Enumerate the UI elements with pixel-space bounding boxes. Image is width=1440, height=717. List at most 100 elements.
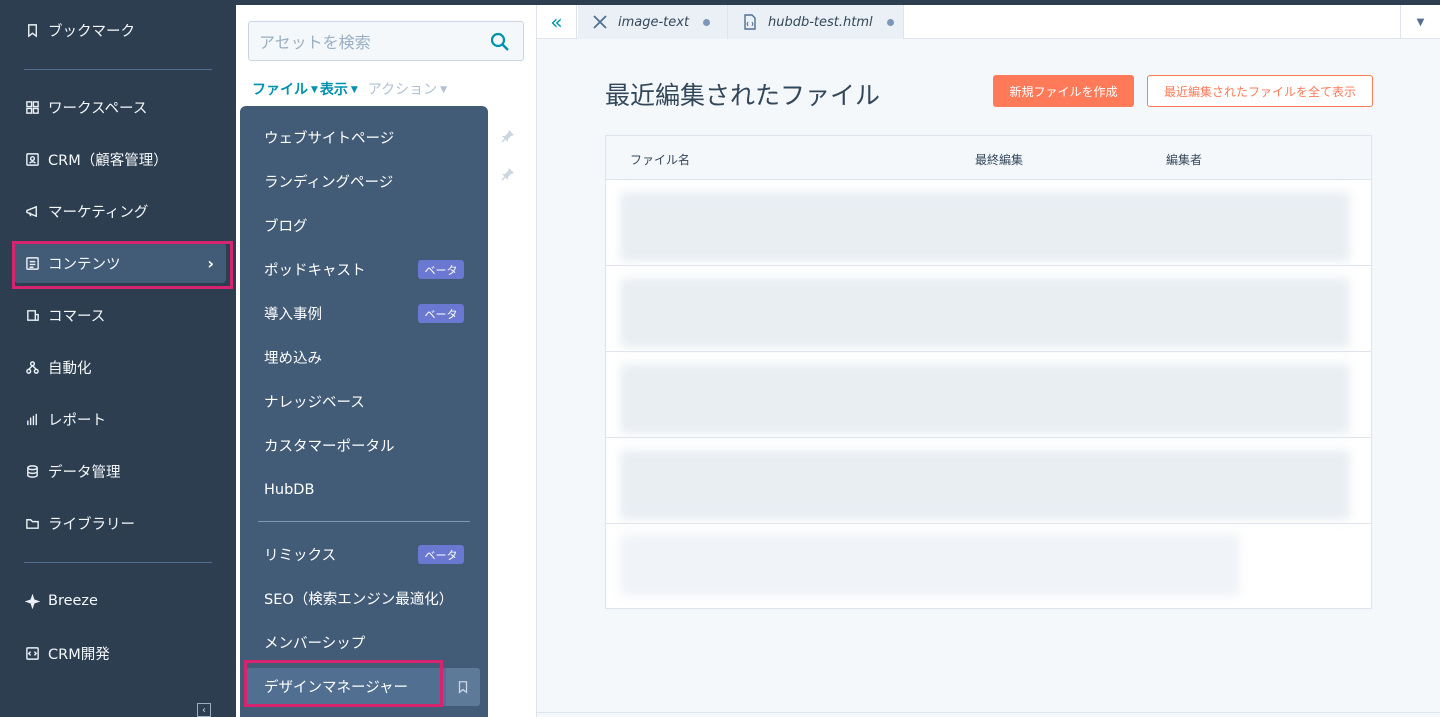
database-icon [24, 463, 40, 479]
unsaved-dot [703, 18, 711, 26]
nav-item-label: Breeze [48, 593, 98, 609]
nav-item-label: マーケティング [48, 204, 149, 221]
recent-files-table: ファイル名 最終編集 編集者 [605, 135, 1372, 609]
create-file-button[interactable]: 新規ファイルを作成 [993, 75, 1134, 107]
caret-down-icon: ▼ [311, 85, 318, 95]
collapse-nav-icon[interactable]: ‹ [197, 703, 211, 717]
nav-item-label: 自動化 [48, 360, 92, 377]
menu-item-embeds[interactable]: 埋め込み [264, 347, 322, 367]
tabs-menu-caret-icon[interactable]: ▼ [1400, 5, 1440, 39]
menu-item-seo[interactable]: SEO（検索エンジン最適化） [264, 588, 453, 608]
pin-icon[interactable] [500, 166, 516, 182]
blurred-content [620, 278, 1350, 348]
show-all-recent-button[interactable]: 最近編集されたファイルを全て表示 [1147, 75, 1373, 107]
bookmark-icon [24, 22, 40, 38]
nav-item-data-management[interactable]: データ管理 [14, 451, 226, 491]
view-menu[interactable]: 表示 ▼ [320, 79, 358, 99]
beta-badge: ベータ [418, 260, 464, 279]
contact-icon [24, 151, 40, 167]
nav-item-label: データ管理 [48, 464, 121, 481]
nav-divider [24, 562, 212, 563]
nav-item-library[interactable]: ライブラリー [14, 503, 226, 543]
file-toolbar: ファイル ▼ 表示 ▼ アクション ▼ [252, 79, 447, 99]
menu-item-hubdb[interactable]: HubDB [264, 480, 314, 500]
sparkle-icon [24, 593, 40, 609]
menu-item-website-pages[interactable]: ウェブサイトページ [264, 127, 394, 147]
nav-divider [24, 69, 212, 70]
menu-item-knowledge-base[interactable]: ナレッジベース [264, 391, 365, 411]
blurred-content [620, 364, 1350, 434]
megaphone-icon [24, 203, 40, 219]
search-icon[interactable] [490, 32, 510, 52]
content-dropdown-menu: ウェブサイトページ ランディングページ ブログ ポッドキャスト ベータ 導入事例… [240, 106, 488, 717]
column-header-file-name: ファイル名 [630, 153, 691, 167]
highlight-box-design-manager [244, 660, 443, 707]
table-row[interactable] [606, 352, 1371, 438]
action-menu[interactable]: アクション ▼ [368, 79, 447, 99]
tab-label: image-text [618, 14, 690, 30]
nav-item-label: ブックマーク [48, 23, 135, 40]
nav-item-marketing[interactable]: マーケティング [14, 191, 226, 231]
tab-image-text[interactable]: image-text [578, 5, 728, 39]
reports-icon [24, 411, 40, 427]
table-row[interactable] [606, 438, 1371, 524]
nav-item-label: ライブラリー [48, 516, 135, 533]
blurred-content [620, 450, 1350, 520]
menu-item-case-studies[interactable]: 導入事例 [264, 303, 322, 323]
blurred-content [620, 534, 1240, 596]
commerce-icon [24, 307, 40, 323]
nav-item-label: CRM開発 [48, 646, 110, 663]
bottom-border [537, 712, 1440, 713]
main-content: 最近編集されたファイル 新規ファイルを作成 最近編集されたファイルを全て表示 フ… [537, 39, 1440, 717]
grid-icon [24, 99, 40, 115]
file-code-icon [744, 14, 756, 30]
menu-item-memberships[interactable]: メンバーシップ [264, 632, 365, 652]
table-row[interactable] [606, 266, 1371, 352]
beta-badge: ベータ [418, 545, 464, 564]
nav-item-label: CRM（顧客管理） [48, 152, 168, 169]
left-navigation: ブックマーク ワークスペース CRM（顧客管理） マーケティング コンテンツ ›… [0, 0, 236, 717]
tools-icon [593, 15, 607, 29]
nav-item-commerce[interactable]: コマース [14, 295, 226, 335]
nav-item-label: コマース [48, 308, 106, 325]
blurred-content [620, 192, 1350, 262]
column-header-editor: 編集者 [1166, 153, 1203, 167]
code-icon [24, 645, 40, 661]
highlight-box-content [12, 241, 233, 289]
editor-tabs-bar: « image-text hubdb-test.html ▼ [537, 5, 1440, 39]
nav-item-label: ワークスペース [48, 100, 148, 117]
menu-item-blog[interactable]: ブログ [264, 215, 308, 235]
collapse-panel-icon[interactable]: « [537, 5, 577, 39]
folder-icon [24, 515, 40, 531]
table-header: ファイル名 最終編集 編集者 [606, 136, 1371, 180]
automation-icon [24, 359, 40, 375]
caret-down-icon: ▼ [440, 85, 448, 95]
nav-item-label: レポート [48, 412, 106, 429]
nav-item-automation[interactable]: 自動化 [14, 347, 226, 387]
nav-item-workspace[interactable]: ワークスペース [14, 87, 226, 127]
tab-hubdb-test[interactable]: hubdb-test.html [728, 5, 904, 39]
menu-item-landing-pages[interactable]: ランディングページ [264, 171, 393, 191]
nav-item-crm-dev[interactable]: CRM開発 [14, 633, 226, 673]
search-input[interactable]: アセットを検索 [248, 21, 524, 61]
nav-item-bookmarks[interactable]: ブックマーク [14, 10, 226, 50]
tab-label: hubdb-test.html [768, 14, 873, 30]
bookmark-icon [458, 681, 468, 694]
bookmark-toggle[interactable] [446, 668, 480, 706]
table-row[interactable] [606, 524, 1371, 610]
beta-badge: ベータ [418, 304, 464, 323]
caret-down-icon: ▼ [350, 85, 358, 95]
file-menu[interactable]: ファイル ▼ [252, 79, 318, 99]
nav-item-breeze[interactable]: Breeze [14, 581, 226, 621]
nav-item-crm[interactable]: CRM（顧客管理） [14, 139, 226, 179]
pin-icon[interactable] [500, 128, 516, 144]
page-title: 最近編集されたファイル [605, 81, 881, 110]
nav-item-reports[interactable]: レポート [14, 399, 226, 439]
unsaved-dot [886, 18, 894, 26]
column-header-last-edited: 最終編集 [975, 153, 1024, 167]
menu-item-customer-portal[interactable]: カスタマーポータル [264, 435, 395, 455]
table-row[interactable] [606, 180, 1371, 266]
menu-item-podcast[interactable]: ポッドキャスト [264, 259, 366, 279]
menu-divider [258, 521, 470, 522]
menu-item-remix[interactable]: リミックス [264, 544, 336, 564]
